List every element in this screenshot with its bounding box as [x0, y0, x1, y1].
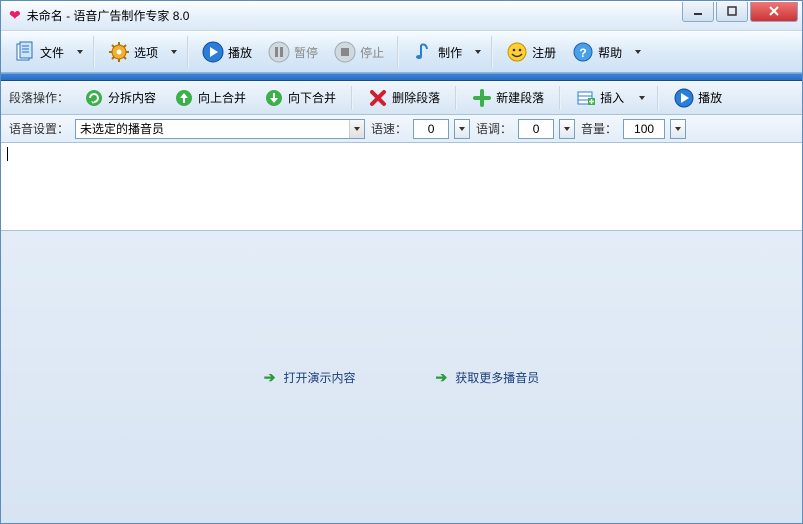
- insert-dropdown[interactable]: [635, 82, 649, 114]
- maximize-button[interactable]: [716, 2, 748, 22]
- close-button[interactable]: [750, 2, 798, 22]
- toolbar-separator: [491, 36, 493, 68]
- segment-separator: [559, 86, 561, 110]
- voice-settings-bar: 语音设置： 语速： 语调： 音量：: [1, 115, 802, 143]
- toolbar-separator: [187, 36, 189, 68]
- insert-button[interactable]: 插入: [569, 85, 631, 111]
- play-button[interactable]: 播放: [195, 36, 259, 68]
- merge-down-button[interactable]: 向下合并: [257, 85, 343, 111]
- register-label: 注册: [532, 44, 556, 61]
- window-controls: [680, 2, 798, 22]
- main-toolbar: 文件 选项 播放 暂停 停止: [1, 31, 802, 73]
- pitch-label: 语调：: [476, 120, 512, 137]
- speed-field[interactable]: [413, 119, 449, 139]
- segment-play-label: 播放: [698, 89, 722, 106]
- make-dropdown[interactable]: [471, 36, 485, 68]
- minimize-button[interactable]: [682, 2, 714, 22]
- help-label: 帮助: [598, 44, 622, 61]
- blue-separator-bar: [1, 73, 802, 81]
- options-dropdown[interactable]: [167, 36, 181, 68]
- new-segment-button[interactable]: 新建段落: [465, 85, 551, 111]
- app-heart-icon: ❤: [9, 7, 21, 24]
- segment-separator: [657, 86, 659, 110]
- file-button[interactable]: 文件: [7, 36, 71, 68]
- pause-button[interactable]: 暂停: [261, 36, 325, 68]
- merge-up-button[interactable]: 向上合并: [167, 85, 253, 111]
- options-label: 选项: [134, 44, 158, 61]
- merge-down-label: 向下合并: [288, 89, 336, 106]
- volume-dropdown[interactable]: [670, 119, 686, 139]
- pitch-dropdown[interactable]: [559, 119, 575, 139]
- delete-segment-button[interactable]: 删除段落: [361, 85, 447, 111]
- gear-icon: [108, 41, 130, 63]
- file-icon: [14, 41, 36, 63]
- arrow-up-icon: [174, 88, 194, 108]
- text-cursor: [7, 147, 8, 161]
- stop-icon: [334, 41, 356, 63]
- svg-text:?: ?: [579, 46, 586, 60]
- split-button[interactable]: 分拆内容: [77, 85, 163, 111]
- speed-input[interactable]: [414, 122, 448, 136]
- options-button[interactable]: 选项: [101, 36, 165, 68]
- segment-separator: [455, 86, 457, 110]
- make-button[interactable]: 制作: [405, 36, 469, 68]
- segment-toolbar: 段落操作： 分拆内容 向上合并 向下合并 删除段落: [1, 81, 802, 115]
- pitch-field[interactable]: [518, 119, 554, 139]
- plus-icon: [472, 88, 492, 108]
- register-button[interactable]: 注册: [499, 36, 563, 68]
- toolbar-separator: [397, 36, 399, 68]
- stop-label: 停止: [360, 44, 384, 61]
- segment-separator: [351, 86, 353, 110]
- play-icon: [202, 41, 224, 63]
- delete-x-icon: [368, 88, 388, 108]
- music-note-icon: [412, 41, 434, 63]
- stop-button[interactable]: 停止: [327, 36, 391, 68]
- merge-up-label: 向上合并: [198, 89, 246, 106]
- get-more-label: 获取更多播音员: [455, 369, 539, 386]
- file-label: 文件: [40, 44, 64, 61]
- volume-label: 音量：: [581, 120, 617, 137]
- open-demo-label: 打开演示内容: [283, 369, 355, 386]
- arrow-right-icon: ➔: [436, 369, 448, 386]
- arrow-down-icon: [264, 88, 284, 108]
- announcer-combo[interactable]: [75, 119, 365, 139]
- app-window: ❤ 未命名 - 语音广告制作专家 8.0 文件: [0, 0, 803, 524]
- play-label: 播放: [228, 44, 252, 61]
- refresh-icon: [84, 88, 104, 108]
- get-more-announcers-link[interactable]: ➔ 获取更多播音员: [436, 369, 540, 386]
- help-icon: ?: [572, 41, 594, 63]
- title-bar: ❤ 未命名 - 语音广告制作专家 8.0: [1, 1, 802, 31]
- pause-icon: [268, 41, 290, 63]
- help-dropdown[interactable]: [631, 36, 645, 68]
- pause-label: 暂停: [294, 44, 318, 61]
- table-insert-icon: [576, 88, 596, 108]
- speed-label: 语速：: [371, 120, 407, 137]
- help-button[interactable]: ? 帮助: [565, 36, 629, 68]
- volume-field[interactable]: [623, 119, 665, 139]
- play-icon: [674, 88, 694, 108]
- insert-label: 插入: [600, 89, 624, 106]
- file-dropdown[interactable]: [73, 36, 87, 68]
- window-title: 未命名 - 语音广告制作专家 8.0: [27, 7, 680, 24]
- segment-play-button[interactable]: 播放: [667, 85, 729, 111]
- open-demo-link[interactable]: ➔ 打开演示内容: [264, 369, 356, 386]
- delete-segment-label: 删除段落: [392, 89, 440, 106]
- make-label: 制作: [438, 44, 462, 61]
- volume-input[interactable]: [624, 122, 664, 136]
- toolbar-separator: [93, 36, 95, 68]
- announcer-input[interactable]: [76, 122, 349, 136]
- arrow-right-icon: ➔: [264, 369, 276, 386]
- smiley-icon: [506, 41, 528, 63]
- pitch-input[interactable]: [519, 122, 553, 136]
- text-editor[interactable]: [1, 143, 802, 231]
- new-segment-label: 新建段落: [496, 89, 544, 106]
- split-label: 分拆内容: [108, 89, 156, 106]
- segment-label: 段落操作：: [9, 89, 69, 106]
- chevron-down-icon[interactable]: [349, 120, 364, 138]
- voice-settings-label: 语音设置：: [9, 120, 69, 137]
- lower-panel: ➔ 打开演示内容 ➔ 获取更多播音员: [1, 231, 802, 523]
- speed-dropdown[interactable]: [454, 119, 470, 139]
